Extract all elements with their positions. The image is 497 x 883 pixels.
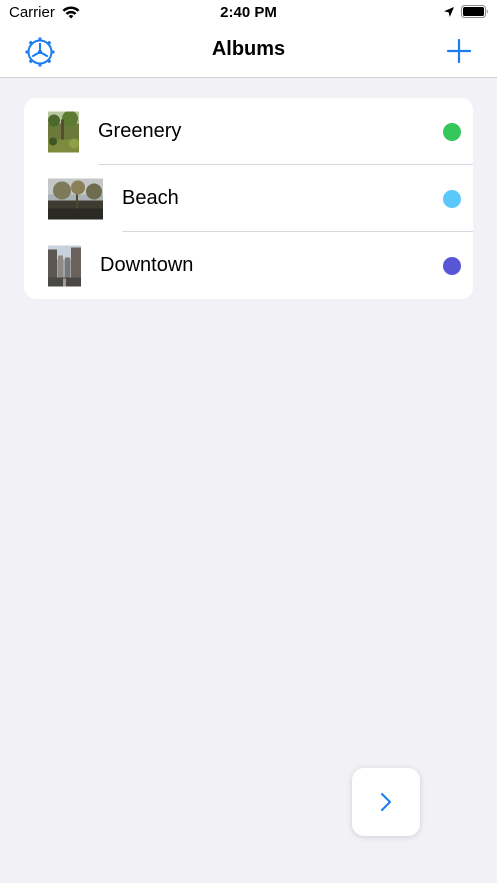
- album-name: Beach: [122, 187, 179, 209]
- album-color-dot: [443, 123, 461, 141]
- greenery-photo: [48, 111, 79, 152]
- location-arrow-icon: [444, 6, 454, 17]
- album-color-dot: [443, 190, 461, 208]
- next-button[interactable]: [352, 768, 420, 836]
- battery-icon: [461, 5, 488, 18]
- chevron-right-icon: [381, 793, 391, 811]
- status-bar: Carrier 2:40 PM: [0, 0, 497, 26]
- album-row-downtown[interactable]: Downtown: [24, 232, 473, 299]
- status-time: 2:40 PM: [220, 4, 277, 21]
- add-icon: [446, 38, 472, 64]
- album-row-greenery[interactable]: Greenery: [24, 98, 473, 165]
- add-album-button[interactable]: [446, 38, 472, 64]
- album-name: Downtown: [100, 254, 194, 276]
- beach-photo: [48, 178, 103, 219]
- album-name: Greenery: [98, 120, 182, 142]
- page-title: Albums: [211, 38, 286, 60]
- album-list: Greenery Beach Downtown: [24, 98, 473, 299]
- album-color-dot: [443, 257, 461, 275]
- status-right: [443, 5, 489, 18]
- album-row-beach[interactable]: Beach: [24, 165, 473, 232]
- navigation-bar: Albums: [0, 26, 497, 78]
- downtown-photo: [48, 245, 81, 286]
